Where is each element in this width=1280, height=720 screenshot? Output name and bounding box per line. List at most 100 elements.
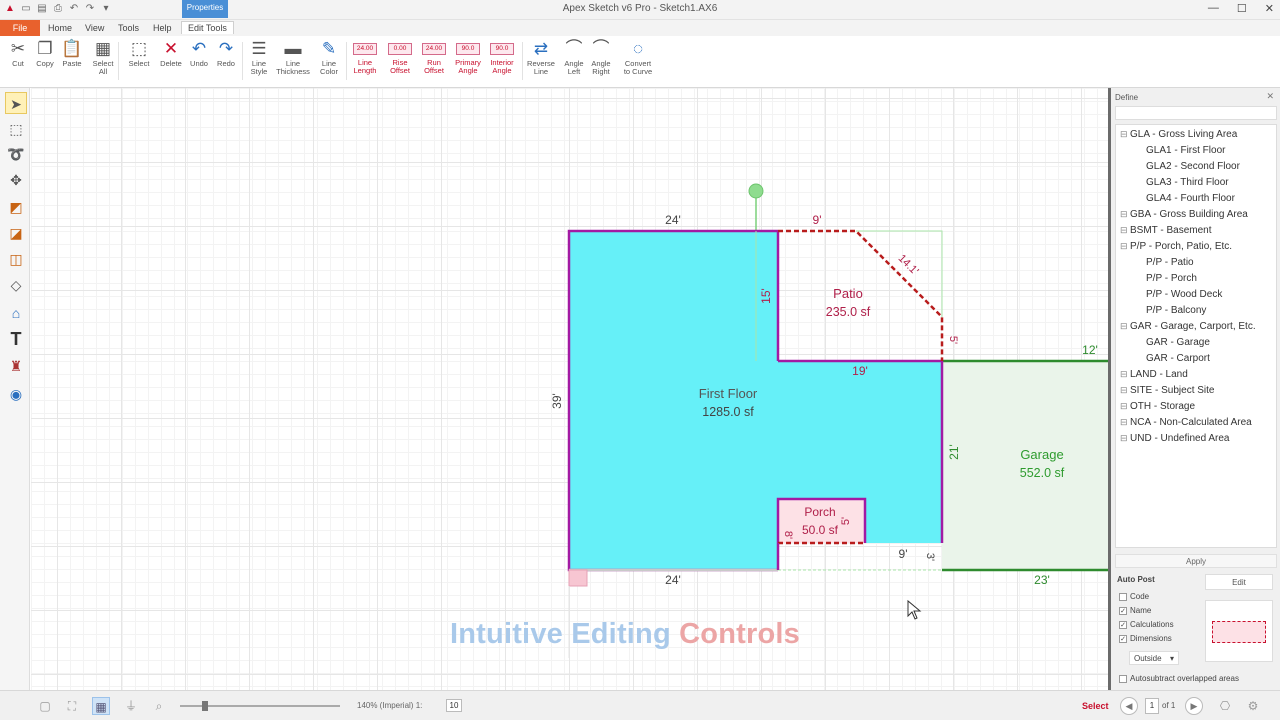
pointer-tool-icon[interactable]: ➤	[5, 92, 27, 114]
interior-angle-control[interactable]: 90.0 Interior Angle	[486, 38, 518, 75]
symbols-icon[interactable]: ♜	[5, 355, 27, 377]
close-button[interactable]: ✕	[1265, 2, 1274, 15]
tab-home[interactable]: Home	[48, 23, 72, 33]
edit-button[interactable]: Edit	[1205, 574, 1273, 590]
fit-page-icon[interactable]: ▢	[36, 697, 54, 715]
tab-view[interactable]: View	[85, 23, 104, 33]
maximize-button[interactable]: ☐	[1237, 2, 1247, 15]
tree-item[interactable]: P/P - Balcony	[1146, 305, 1206, 316]
tree-item[interactable]: GLA4 - Fourth Floor	[1146, 193, 1235, 204]
draw-line-icon[interactable]: ◪	[5, 222, 27, 244]
tree-expander-icon[interactable]: ⊟	[1120, 385, 1130, 396]
line-style-button[interactable]: ☰ Line Style	[244, 38, 274, 76]
tree-item[interactable]: ⊟ OTH - Storage	[1120, 401, 1195, 412]
zoom-icon[interactable]: ⌕	[150, 697, 168, 715]
tree-item[interactable]: GAR - Carport	[1146, 353, 1210, 364]
convert-to-curve-button[interactable]: ◌ Convert to Curve	[621, 38, 655, 76]
tree-expander-icon[interactable]: ⊟	[1120, 321, 1130, 332]
tree-item[interactable]: ⊟ NCA - Non-Calculated Area	[1120, 417, 1252, 428]
autosubtract-check-box[interactable]	[1119, 674, 1127, 683]
define-search-input[interactable]	[1115, 106, 1277, 120]
reverse-line-button[interactable]: ⇄ Reverse Line	[526, 38, 556, 76]
tree-item[interactable]: ⊟ GBA - Gross Building Area	[1120, 209, 1248, 220]
code-checkbox[interactable]: Code	[1119, 592, 1149, 601]
autosubtract-checkbox[interactable]: Autosubtract overlapped areas	[1119, 674, 1239, 683]
zoom-slider-thumb[interactable]	[202, 701, 208, 711]
run-offset-control[interactable]: 24.00 Run Offset	[419, 38, 449, 75]
tree-item[interactable]: ⊟ SITE - Subject Site	[1120, 385, 1214, 396]
tree-item[interactable]: ⊟ LAND - Land	[1120, 369, 1188, 380]
tree-expander-icon[interactable]: ⊟	[1120, 433, 1130, 444]
line-thickness-button[interactable]: ▬ Line Thickness	[274, 38, 312, 76]
line-color-button[interactable]: ✎ Line Color	[314, 38, 344, 76]
select-button[interactable]: ⬚ Select	[124, 38, 154, 68]
calculations-checkbox[interactable]: ✓ Calculations	[1119, 620, 1174, 629]
tree-item[interactable]: ⊟ UND - Undefined Area	[1120, 433, 1230, 444]
next-page-icon[interactable]: ▶	[1185, 697, 1203, 715]
tree-item[interactable]: ⊟ P/P - Porch, Patio, Etc.	[1120, 241, 1232, 252]
tree-item[interactable]: ⊟ GLA - Gross Living Area	[1120, 129, 1237, 140]
tree-expander-icon[interactable]: ⊟	[1120, 401, 1130, 412]
calculations-check-box[interactable]: ✓	[1119, 620, 1127, 629]
draw-shape-icon[interactable]: ◫	[5, 248, 27, 270]
rise-offset-control[interactable]: 0.00 Rise Offset	[385, 38, 415, 75]
scale-input[interactable]: 10	[446, 699, 462, 712]
tab-tools[interactable]: Tools	[118, 23, 139, 33]
tree-item[interactable]: GLA2 - Second Floor	[1146, 161, 1240, 172]
attach-icon[interactable]: ⎔	[1216, 697, 1234, 715]
prev-page-icon[interactable]: ◀	[1120, 697, 1138, 715]
define-panel-close-icon[interactable]: ✕	[1266, 91, 1274, 102]
fit-sketch-icon[interactable]: ⛶	[63, 697, 81, 715]
tree-expander-icon[interactable]: ⊟	[1120, 369, 1130, 380]
code-check-box[interactable]	[1119, 592, 1127, 601]
tree-item[interactable]: GLA3 - Third Floor	[1146, 177, 1229, 188]
tree-expander-icon[interactable]: ⊟	[1120, 417, 1130, 428]
tree-item[interactable]: P/P - Porch	[1146, 273, 1197, 284]
tree-expander-icon[interactable]: ⊟	[1120, 129, 1130, 140]
tree-expander-icon[interactable]: ⊟	[1120, 209, 1130, 220]
draw-area-icon[interactable]: ◩	[5, 196, 27, 218]
minimize-button[interactable]: —	[1208, 2, 1219, 15]
name-check-box[interactable]: ✓	[1119, 606, 1127, 615]
text-tool-icon[interactable]: T	[5, 328, 27, 350]
dimensions-checkbox[interactable]: ✓ Dimensions	[1119, 634, 1172, 643]
rotation-handle[interactable]	[748, 183, 764, 199]
lasso-icon[interactable]: ➰	[5, 143, 27, 165]
filter-icon[interactable]: ⏚	[122, 697, 140, 715]
dimensions-check-box[interactable]: ✓	[1119, 634, 1127, 643]
name-checkbox[interactable]: ✓ Name	[1119, 606, 1151, 615]
angle-right-button[interactable]: ⌒ Angle Right	[586, 38, 616, 76]
settings-icon[interactable]: ⚙	[1244, 697, 1262, 715]
delete-button[interactable]: ✕ Delete	[156, 38, 186, 68]
tree-item[interactable]: ⊟ GAR - Garage, Carport, Etc.	[1120, 321, 1256, 332]
primary-angle-control[interactable]: 90.0 Primary Angle	[452, 38, 484, 75]
label-placement-select[interactable]: Outside ▾	[1129, 651, 1179, 665]
tree-expander-icon[interactable]: ⊟	[1120, 225, 1130, 236]
sketch-drawing[interactable]: First Floor 1285.0 sf Patio 235.0 sf Gar…	[31, 88, 1108, 690]
origin-marker[interactable]	[568, 569, 588, 587]
zoom-slider[interactable]	[180, 701, 340, 711]
tree-item[interactable]: GAR - Garage	[1146, 337, 1210, 348]
house-icon[interactable]: ⌂	[5, 302, 27, 324]
grid-icon[interactable]: ▦	[92, 697, 110, 715]
move-icon[interactable]: ✥	[5, 169, 27, 191]
tree-item[interactable]: GLA1 - First Floor	[1146, 145, 1225, 156]
tab-file[interactable]: File	[0, 20, 40, 36]
select-all-button[interactable]: ▦ Select All	[88, 38, 118, 76]
page-input[interactable]: 1	[1145, 698, 1159, 714]
paste-button[interactable]: 📋 Paste	[57, 38, 87, 68]
navigate-icon[interactable]: ◉	[5, 383, 27, 405]
sketch-canvas[interactable]: First Floor 1285.0 sf Patio 235.0 sf Gar…	[31, 88, 1108, 690]
tree-item[interactable]: ⊟ BSMT - Basement	[1120, 225, 1212, 236]
eraser-icon[interactable]: ◇	[5, 274, 27, 296]
tree-item[interactable]: P/P - Wood Deck	[1146, 289, 1222, 300]
angle-left-button[interactable]: ⌒ Angle Left	[559, 38, 589, 76]
tree-expander-icon[interactable]: ⊟	[1120, 241, 1130, 252]
undo-button[interactable]: ↶ Undo	[184, 38, 214, 68]
copy-button[interactable]: ❐ Copy	[30, 38, 60, 68]
rectangle-select-icon[interactable]: ⬚	[5, 118, 27, 140]
tab-edit-tools[interactable]: Edit Tools	[181, 21, 234, 34]
cut-button[interactable]: ✂ Cut	[3, 38, 33, 68]
line-length-control[interactable]: 24.00 Line Length	[350, 38, 380, 75]
apply-button[interactable]: Apply	[1115, 554, 1277, 568]
